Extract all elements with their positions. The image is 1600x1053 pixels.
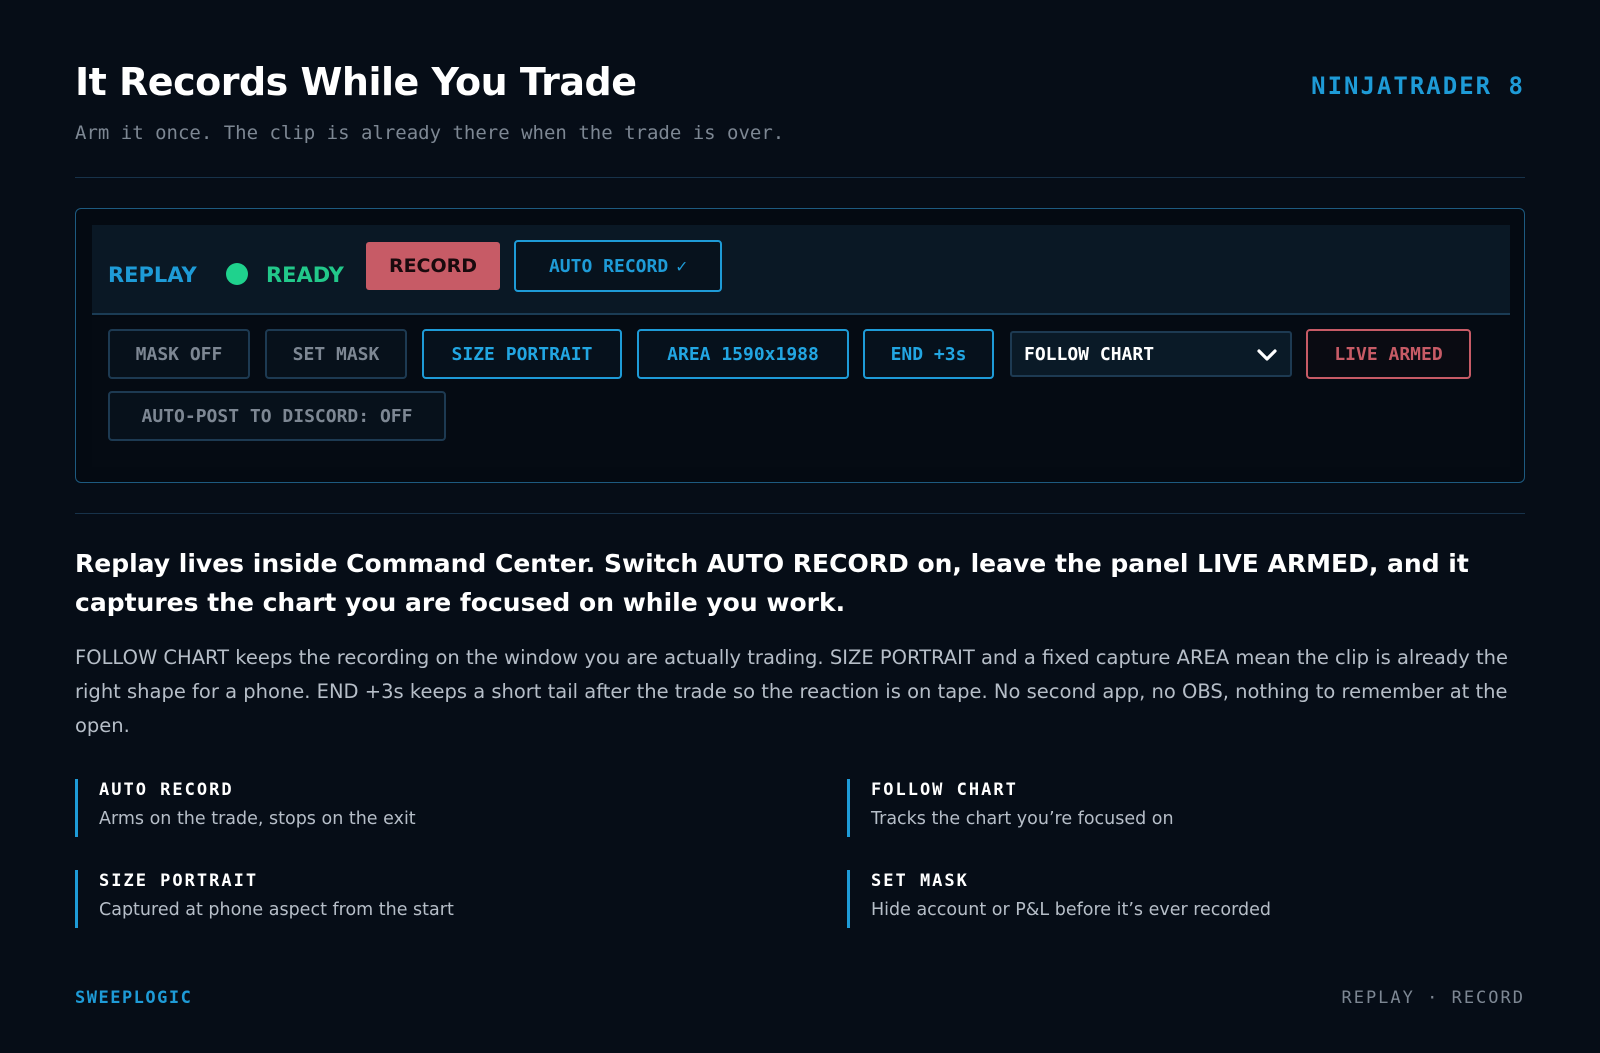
feature-title: SIZE PORTRAIT (99, 871, 259, 891)
check-icon: ✓ (676, 255, 688, 277)
record-button[interactable]: RECORD (366, 242, 500, 290)
platform-brand: NINJATRADER 8 (1311, 72, 1525, 100)
auto-post-discord-toggle[interactable]: AUTO-POST TO DISCORD: OFF (108, 391, 446, 441)
page-subtitle: Arm it once. The clip is already there w… (75, 122, 785, 144)
lead-paragraph: Replay lives inside Command Center. Swit… (75, 549, 1469, 617)
live-armed-button[interactable]: LIVE ARMED (1306, 329, 1471, 379)
area-button[interactable]: AREA 1590x1988 (637, 329, 849, 379)
feature-description: Arms on the trade, stops on the exit (99, 809, 416, 829)
status-dot-icon (226, 263, 248, 285)
panel-toolbar: REPLAY READY RECORD AUTO RECORD ✓ (92, 225, 1510, 315)
feature-follow-chart: FOLLOW CHART Tracks the chart you’re foc… (847, 779, 1547, 837)
status-label: READY (266, 263, 344, 287)
size-portrait-button[interactable]: SIZE PORTRAIT (422, 329, 622, 379)
follow-chart-select[interactable]: FOLLOW CHART (1010, 331, 1292, 377)
replay-label: REPLAY (108, 263, 197, 287)
auto-record-button[interactable]: AUTO RECORD ✓ (514, 240, 722, 292)
feature-auto-record: AUTO RECORD Arms on the trade, stops on … (75, 779, 775, 837)
follow-chart-value: FOLLOW CHART (1024, 343, 1155, 365)
divider-middle (75, 513, 1525, 514)
feature-title: AUTO RECORD (99, 780, 234, 800)
feature-description: Tracks the chart you’re focused on (871, 809, 1174, 829)
divider-top (75, 177, 1525, 178)
page: It Records While You Trade NINJATRADER 8… (75, 0, 1525, 1053)
mask-off-button[interactable]: MASK OFF (108, 329, 250, 379)
body-paragraph: FOLLOW CHART keeps the recording on the … (75, 646, 1508, 737)
end-delay-button[interactable]: END +3s (863, 329, 994, 379)
footer-tagline: REPLAY · RECORD (1341, 988, 1525, 1008)
feature-description: Hide account or P&L before it’s ever rec… (871, 900, 1271, 920)
feature-title: FOLLOW CHART (871, 780, 1018, 800)
feature-description: Captured at phone aspect from the start (99, 900, 454, 920)
auto-record-label: AUTO RECORD (548, 255, 669, 277)
feature-title: SET MASK (871, 871, 969, 891)
panel-controls: MASK OFF SET MASK SIZE PORTRAIT AREA 159… (92, 317, 1510, 467)
page-title: It Records While You Trade (75, 60, 637, 104)
feature-set-mask: SET MASK Hide account or P&L before it’s… (847, 870, 1547, 928)
set-mask-button[interactable]: SET MASK (265, 329, 407, 379)
footer-brand: SWEEPLOGIC (75, 988, 193, 1008)
header: It Records While You Trade NINJATRADER 8… (75, 60, 1525, 150)
replay-panel: REPLAY READY RECORD AUTO RECORD ✓ MASK O… (75, 208, 1525, 483)
feature-size-portrait: SIZE PORTRAIT Captured at phone aspect f… (75, 870, 775, 928)
chevron-down-icon (1257, 349, 1277, 361)
